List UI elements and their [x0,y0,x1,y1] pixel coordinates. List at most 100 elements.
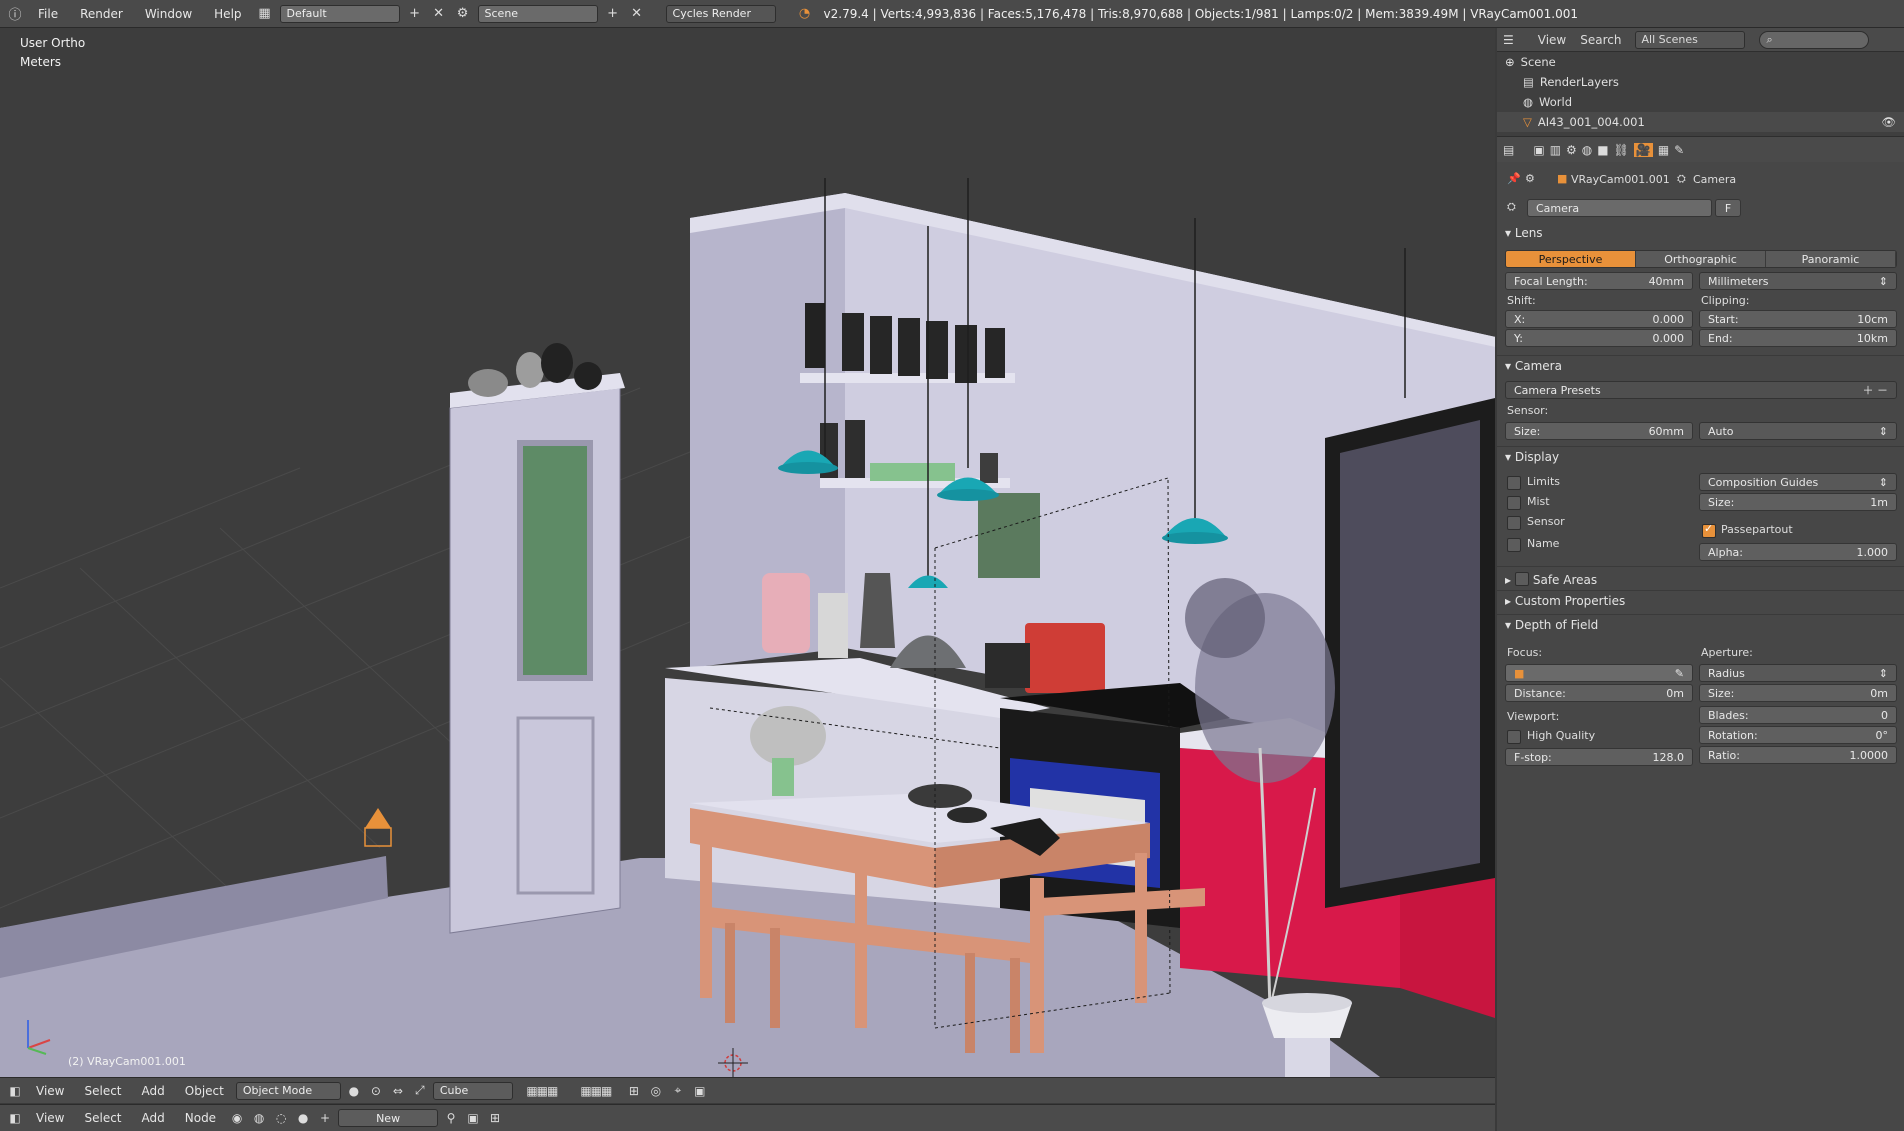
node-view-menu[interactable]: View [28,1111,72,1125]
render-preview-icon[interactable]: ▣ [691,1082,709,1100]
transform-orientation-icon[interactable]: ⤢ [411,1082,429,1100]
render-engine-select[interactable]: Cycles Render [665,4,776,23]
add-menu[interactable]: Add [134,1084,173,1098]
clip-end-field[interactable]: End: 10km [1699,329,1897,347]
aperture-size-field[interactable]: Size: 0m [1699,684,1897,702]
node-menu[interactable]: Node [177,1111,224,1125]
focal-length-field[interactable]: Focal Length: 40mm [1505,272,1693,290]
shader-type-icon[interactable]: ◉ [228,1109,246,1127]
world-tab-icon[interactable]: ◍ [1582,143,1592,157]
info-editor-icon[interactable]: ⓘ [6,5,24,23]
outliner-type-icon[interactable]: ☰ [1503,33,1514,47]
backdrop-icon[interactable]: ▣ [464,1109,482,1127]
shift-y-field[interactable]: Y: 0.000 [1505,329,1693,347]
remove-layout-icon[interactable]: ✕ [430,5,448,23]
select-menu[interactable]: Select [76,1084,129,1098]
ratio-field[interactable]: Ratio: 1.0000 [1699,746,1897,764]
snap-icon[interactable]: ⌖ [669,1082,687,1100]
fstop-field[interactable]: F-stop: 128.0 [1505,748,1693,766]
lens-orthographic-option[interactable]: Orthographic [1636,251,1766,267]
outliner-item-object[interactable]: ▽ AI43_001_004.001 👁 [1497,112,1904,132]
remove-scene-icon[interactable]: ✕ [628,5,646,23]
pin-icon[interactable]: ⚲ [442,1109,460,1127]
outliner-search-menu[interactable]: Search [1580,33,1621,47]
new-material-button[interactable]: New [338,1109,439,1127]
fake-user-button[interactable]: F [1715,199,1741,217]
node-editor-type-icon[interactable]: ◧ [6,1109,24,1127]
scene-field[interactable]: Scene [477,4,598,23]
camera-presets-select[interactable]: Camera Presets ＋ － [1505,381,1897,399]
mode-select[interactable]: Object Mode [235,1081,341,1100]
pivot-icon[interactable]: ⊙ [367,1082,385,1100]
particles-tab-icon[interactable]: ✎ [1674,143,1684,157]
lens-unit-select[interactable]: Millimeters ⇕ [1699,272,1897,290]
screen-layout-icon[interactable]: ▦ [256,5,274,23]
add-layout-icon[interactable]: + [406,5,424,23]
camera-datablock-icon[interactable]: ⛭ [1507,200,1516,214]
passepartout-checkbox[interactable] [1702,522,1716,538]
blades-field[interactable]: Blades: 0 [1699,706,1897,724]
shading-icon[interactable]: ● [345,1082,363,1100]
clip-start-field[interactable]: Start: 10cm [1699,310,1897,328]
add-scene-icon[interactable]: + [604,5,622,23]
display-size-field[interactable]: Size: 1m [1699,493,1897,511]
menu-file[interactable]: File [30,7,66,21]
3d-viewport[interactable]: User Ortho Meters (2) VRayCam001.001 [0,28,1495,1077]
visibility-icon[interactable]: 👁 [1881,115,1896,129]
add-material-icon[interactable]: + [316,1109,334,1127]
lens-panel-header[interactable]: ▾ Lens [1505,226,1543,240]
composition-guides-select[interactable]: Composition Guides ⇕ [1699,473,1897,491]
scene-tab-icon[interactable]: ⚙ [1566,143,1577,157]
pin-icon[interactable]: 📌 [1507,172,1521,185]
world-shader-icon[interactable]: ◌ [272,1109,290,1127]
sensor-size-field[interactable]: Size: 60mm [1505,422,1693,440]
camera-datablock-field[interactable]: Camera [1527,199,1712,217]
material-icon[interactable]: ● [294,1109,312,1127]
constraints-tab-icon[interactable]: ⛓ [1614,143,1629,157]
proportional-icon[interactable]: ◎ [647,1082,665,1100]
node-select-menu[interactable]: Select [76,1111,129,1125]
outliner-item-world[interactable]: ◍ World [1497,92,1904,112]
object-tab-icon[interactable]: ■ [1597,143,1608,157]
menu-help[interactable]: Help [206,7,249,21]
custom-props-panel-header[interactable]: ▸ Custom Properties [1505,594,1625,608]
layers-icon[interactable]: ▦▦▦ [517,1082,567,1100]
outliner-scope-select[interactable]: All Scenes [1635,30,1746,49]
editor-type-icon[interactable]: ◧ [6,1082,24,1100]
dof-panel-header[interactable]: ▾ Depth of Field [1505,618,1598,632]
eyedropper-icon[interactable]: ✎ [1675,667,1684,680]
display-panel-header[interactable]: ▾ Display [1505,450,1559,464]
shift-x-field[interactable]: X: 0.000 [1505,310,1693,328]
menu-render[interactable]: Render [72,7,131,21]
view-menu[interactable]: View [28,1084,72,1098]
object-shader-icon[interactable]: ◍ [250,1109,268,1127]
camera-data-tab-icon[interactable]: 🎥 [1633,142,1653,157]
screen-layout-field[interactable]: Default [279,4,400,23]
object-menu[interactable]: Object [177,1084,232,1098]
outliner-item-renderlayers[interactable]: ▤ RenderLayers [1497,72,1904,92]
lens-type-selector[interactable]: Perspective Orthographic Panoramic [1505,250,1897,268]
safe-areas-panel-header[interactable]: ▸ Safe Areas [1505,570,1597,587]
lens-perspective-option[interactable]: Perspective [1506,251,1636,267]
render-tab-icon[interactable]: ▣ [1533,143,1544,157]
outliner-view-menu[interactable]: View [1538,33,1566,47]
scene-icon[interactable]: ⚙ [454,5,472,23]
sensor-checkbox[interactable] [1507,516,1521,530]
menu-window[interactable]: Window [137,7,200,21]
renderlayer-tab-icon[interactable]: ▥ [1550,143,1561,157]
camera-panel-header[interactable]: ▾ Camera [1505,359,1562,373]
focus-distance-field[interactable]: Distance: 0m [1505,684,1693,702]
name-checkbox[interactable] [1507,538,1521,552]
rotation-field[interactable]: Rotation: 0° [1699,726,1897,744]
high-quality-checkbox[interactable] [1507,730,1521,744]
alpha-field[interactable]: Alpha: 1.000 [1699,543,1897,561]
snap-node-icon[interactable]: ⊞ [486,1109,504,1127]
texture-tab-icon[interactable]: ▦ [1658,143,1669,157]
outliner-search-input[interactable]: ⌕ [1759,30,1870,49]
properties-type-icon[interactable]: ▤ [1503,143,1514,157]
preset-add-remove-icon[interactable]: ＋ － [1863,382,1889,398]
lens-panoramic-option[interactable]: Panoramic [1766,251,1896,267]
lock-icon[interactable]: ⊞ [625,1082,643,1100]
limits-checkbox[interactable] [1507,476,1521,490]
outliner-item-scene[interactable]: ⊕ Scene [1497,52,1904,72]
